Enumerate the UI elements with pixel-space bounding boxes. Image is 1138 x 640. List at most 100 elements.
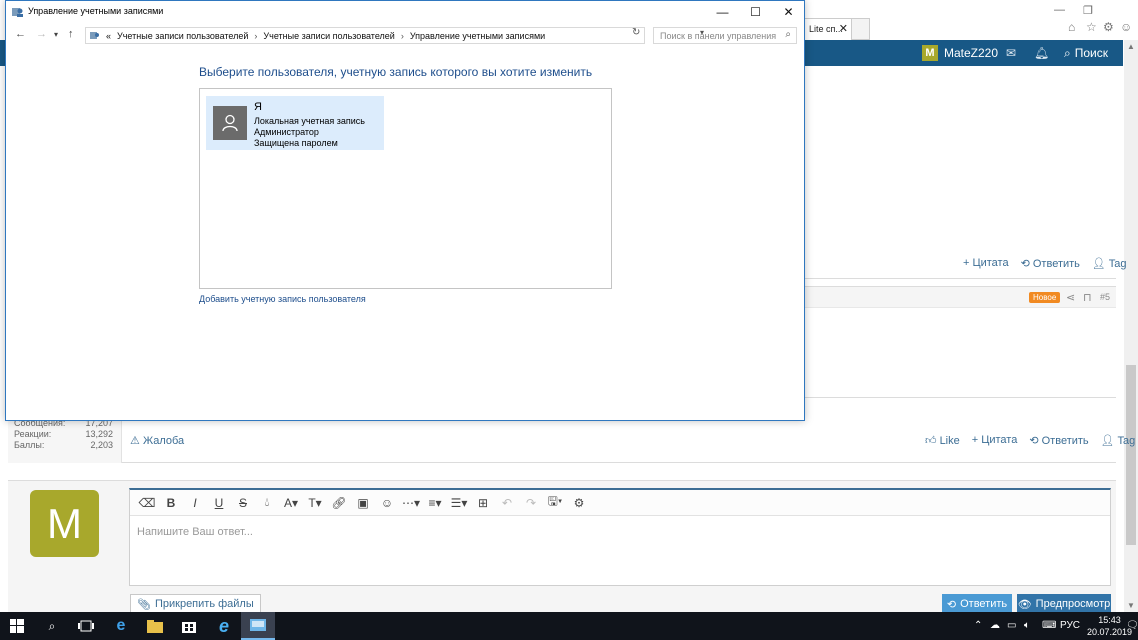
gear-icon[interactable]: ⚙ <box>1103 20 1114 34</box>
maximize-icon[interactable]: ☐ <box>739 1 772 23</box>
chevron-right-icon[interactable]: › <box>401 31 404 41</box>
breadcrumb-item[interactable]: Управление учетными записями <box>410 31 545 41</box>
breadcrumb-item[interactable]: Учетные записи пользователей <box>117 31 248 41</box>
post2-actions: 👍︎ Like + Цитата ⟲ Ответить 👤︎ Tag <box>925 434 1135 447</box>
browser-tab[interactable]: Lite сп... ✕ <box>804 18 852 40</box>
scroll-up-icon[interactable]: ▲ <box>1127 42 1135 51</box>
address-bar[interactable]: « Учетные записи пользователей › Учетные… <box>85 27 645 44</box>
mail-icon[interactable]: ✉ <box>1006 46 1016 60</box>
home-icon[interactable]: ⌂ <box>1068 20 1075 34</box>
internet-explorer-icon[interactable]: e <box>207 612 241 640</box>
stat-row: Баллы: 2,203 <box>14 440 113 450</box>
windows-start-icon[interactable] <box>0 612 34 640</box>
search-icon: ⌕ <box>785 29 791 40</box>
quote-button[interactable]: + Цитата <box>963 257 1009 270</box>
file-explorer-icon[interactable] <box>138 612 172 640</box>
preview-button[interactable]: 👁︎ Предпросмотр <box>1017 594 1111 614</box>
accounts-list: Я Локальная учетная запись Администратор… <box>199 88 612 289</box>
refresh-icon[interactable]: ↻ <box>632 27 640 38</box>
like-button[interactable]: 👍︎ Like <box>925 434 960 447</box>
post1-actions: + Цитата ⟲ Ответить 👤︎ Tag <box>963 257 1126 270</box>
smiley-icon[interactable]: ☺ <box>1120 20 1132 34</box>
underline-icon[interactable]: U <box>208 492 230 514</box>
keyboard-icon[interactable]: ⌨ <box>1042 620 1056 631</box>
reply-editor: ⌫ B I U S 💧︎ A▾ T▾ 🔗︎ ▣ ☺ ⋯▾ ≡▾ ☰▾ ⊞ ↶ ↷… <box>129 488 1111 586</box>
cloud-icon[interactable]: ☁ <box>990 620 1000 631</box>
battery-icon[interactable]: ▭ <box>1007 620 1016 631</box>
recent-locations-icon[interactable]: ▾ <box>54 30 58 39</box>
avatar: M <box>922 45 938 61</box>
page-scrollbar[interactable]: ▲ ▼ <box>1124 40 1138 612</box>
title-bar[interactable]: Управление учетными записями — ☐ ✕ <box>6 1 804 24</box>
nav-bar: ← → ▾ ↑ « Учетные записи пользователей ›… <box>6 24 804 46</box>
control-panel-icon <box>90 31 99 39</box>
control-panel-taskbar-icon[interactable] <box>241 612 275 640</box>
star-icon[interactable]: ☆ <box>1086 20 1097 34</box>
color-drop-icon[interactable]: 💧︎ <box>256 492 278 514</box>
redo-icon[interactable]: ↷ <box>520 492 542 514</box>
search-icon: ⌕ <box>1064 45 1071 60</box>
search-input[interactable]: Поиск в панели управления ⌕ <box>653 27 797 44</box>
tag-link[interactable]: 👤︎ Tag <box>1092 257 1127 270</box>
gear-icon[interactable]: ⚙ <box>568 492 590 514</box>
list-icon[interactable]: ☰▾ <box>448 492 470 514</box>
undo-icon[interactable]: ↶ <box>496 492 518 514</box>
reply-button[interactable]: ⟲ Ответить <box>942 594 1012 614</box>
scroll-down-icon[interactable]: ▼ <box>1127 601 1135 610</box>
attach-files-button[interactable]: 📎︎ Прикрепить файлы <box>130 594 261 614</box>
minimize-icon[interactable]: — <box>706 1 739 23</box>
font-family-icon[interactable]: A▾ <box>280 492 302 514</box>
user-accounts-icon <box>12 8 23 17</box>
close-icon[interactable]: ✕ <box>839 22 848 35</box>
search-button[interactable]: ⌕ Поиск <box>1064 40 1108 66</box>
task-view-icon[interactable] <box>69 612 103 640</box>
restore-icon[interactable]: ❐ <box>1083 4 1093 17</box>
chevron-right-icon[interactable]: › <box>254 31 257 41</box>
header-user[interactable]: M MateZ220 <box>922 40 998 66</box>
taskbar: ⌕ e e ⌃ ☁ ▭ 🔈︎ ⌨ РУС 15:43 20.07.2019 🗨︎ <box>0 612 1138 640</box>
search-icon[interactable]: ⌕ <box>35 612 69 640</box>
add-account-link[interactable]: Добавить учетную запись пользователя <box>199 294 366 304</box>
forward-icon[interactable]: → <box>36 28 47 40</box>
new-tab-button[interactable] <box>852 18 870 40</box>
volume-icon[interactable]: 🔈︎ <box>1024 620 1030 631</box>
scrollbar-thumb[interactable] <box>1126 365 1136 545</box>
user-name: MateZ220 <box>944 46 999 60</box>
quote-button[interactable]: + Цитата <box>972 434 1018 447</box>
smiley-icon[interactable]: ☺ <box>376 492 398 514</box>
tag-link[interactable]: 👤︎ Tag <box>1101 434 1136 447</box>
eye-icon: 👁︎ <box>1017 598 1032 611</box>
share-icon[interactable]: ⋖ <box>1066 291 1075 304</box>
image-icon[interactable]: ▣ <box>352 492 374 514</box>
notification-icon[interactable]: 🗨︎ <box>1126 620 1138 631</box>
italic-icon[interactable]: I <box>184 492 206 514</box>
chevron-up-icon[interactable]: ⌃ <box>974 620 982 631</box>
bell-icon[interactable]: 🔔︎ <box>1034 46 1049 60</box>
back-icon[interactable]: ← <box>15 28 26 40</box>
more-icon[interactable]: ⋯▾ <box>400 492 422 514</box>
close-icon[interactable]: ✕ <box>772 1 805 23</box>
reply-link[interactable]: ⟲ Ответить <box>1021 257 1080 270</box>
account-tile[interactable]: Я Локальная учетная запись Администратор… <box>206 96 384 150</box>
link-icon[interactable]: 🔗︎ <box>328 492 350 514</box>
strikethrough-icon[interactable]: S <box>232 492 254 514</box>
minimize-icon[interactable]: — <box>1054 4 1065 16</box>
bold-icon[interactable]: B <box>160 492 182 514</box>
font-size-icon[interactable]: T▾ <box>304 492 326 514</box>
reply-textarea[interactable]: Напишите Ваш ответ... <box>130 516 1110 548</box>
language-indicator[interactable]: РУС <box>1060 620 1080 631</box>
save-draft-icon[interactable]: 🖫▾ <box>544 492 566 514</box>
eraser-icon[interactable]: ⌫ <box>136 492 158 514</box>
breadcrumb-overflow[interactable]: « <box>106 31 111 41</box>
store-icon[interactable] <box>172 612 206 640</box>
bookmark-icon[interactable]: ⊓ <box>1083 291 1092 304</box>
up-icon[interactable]: ↑ <box>68 28 74 40</box>
edge-icon[interactable]: e <box>104 612 138 640</box>
breadcrumb-item[interactable]: Учетные записи пользователей <box>263 31 394 41</box>
table-icon[interactable]: ⊞ <box>472 492 494 514</box>
report-link[interactable]: ⚠ Жалоба <box>130 434 184 447</box>
post-number[interactable]: #5 <box>1100 292 1110 302</box>
align-icon[interactable]: ≡▾ <box>424 492 446 514</box>
reply-link[interactable]: ⟲ Ответить <box>1029 434 1088 447</box>
search-label: Поиск <box>1074 46 1108 60</box>
